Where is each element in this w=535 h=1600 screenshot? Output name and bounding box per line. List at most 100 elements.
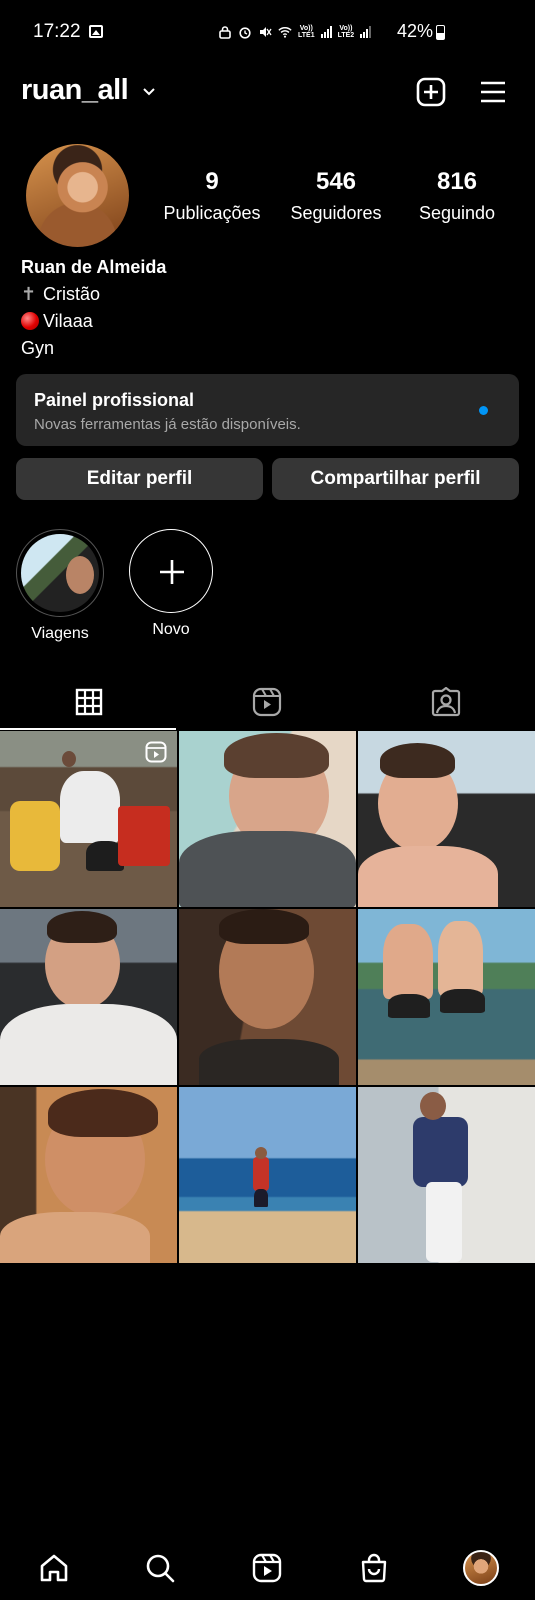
figure-torso [358, 846, 498, 907]
stat-followers[interactable]: 546 Seguidores [281, 168, 391, 224]
home-icon [40, 1554, 68, 1582]
gallery-notification-icon [89, 25, 103, 38]
figure-1-shorts [388, 994, 430, 1018]
nav-profile[interactable] [461, 1548, 501, 1588]
post-thumbnail[interactable] [0, 1087, 177, 1263]
post-thumbnail[interactable] [0, 909, 177, 1085]
signal-2-icon [360, 26, 372, 38]
figure-head [62, 751, 76, 767]
new-highlight-button[interactable] [129, 529, 213, 613]
search-icon [146, 1554, 175, 1583]
figure-1 [383, 924, 433, 999]
username-switcher[interactable]: ruan_all [21, 74, 129, 107]
sim1-label: Vo)) LTE1 [298, 25, 315, 39]
figure-body [253, 1157, 269, 1191]
nav-shop[interactable] [354, 1548, 394, 1588]
status-time: 17:22 [33, 21, 81, 42]
post-thumbnail[interactable] [358, 1087, 535, 1263]
alarm-icon [239, 27, 251, 39]
reel-badge-icon [145, 741, 167, 763]
panel-title: Painel profissional [34, 390, 195, 410]
post-thumbnail[interactable] [179, 731, 356, 907]
figure-hair [47, 911, 117, 943]
post-thumbnail[interactable] [358, 909, 535, 1085]
status-icons: Vo)) LTE1 Vo)) LTE2 [218, 22, 372, 42]
tab-posts-grid[interactable] [0, 672, 178, 732]
stat-following-value: 816 [436, 168, 478, 195]
signal-1-icon [320, 26, 332, 38]
red-table [118, 806, 170, 866]
figure-hair [224, 733, 329, 778]
cross-icon: ✝ [21, 284, 37, 304]
highlight-new[interactable]: Novo [126, 529, 216, 639]
posts-grid [0, 731, 535, 1263]
figure-shirt [0, 1212, 150, 1263]
figure-jacket [413, 1117, 468, 1187]
bio-line-3: Gyn [21, 338, 55, 358]
bottom-nav [0, 1540, 535, 1600]
post-thumbnail[interactable] [179, 909, 356, 1085]
profile-name: Ruan de Almeida [21, 257, 167, 277]
stat-followers-value: 546 [315, 168, 357, 195]
profile-avatar [463, 1550, 499, 1586]
plus-icon [160, 560, 184, 584]
nav-search[interactable] [140, 1548, 180, 1588]
shop-icon [361, 1553, 387, 1583]
tab-reels[interactable] [178, 672, 356, 732]
tab-tagged[interactable] [357, 672, 535, 732]
profile-avatar[interactable] [26, 144, 129, 247]
figure-head [420, 1092, 446, 1120]
notification-dot-icon [479, 406, 488, 415]
yellow-chair [10, 801, 60, 871]
battery-icon [436, 25, 445, 40]
nav-reels[interactable] [247, 1548, 287, 1588]
profile-bio: Ruan de Almeida ✝ Cristão Vilaaa Gyn [21, 254, 166, 362]
tab-active-indicator [0, 728, 176, 730]
stat-posts-value: 9 [205, 168, 219, 195]
chevron-down-icon[interactable] [142, 84, 156, 98]
bio-line-1: ✝ Cristão [21, 281, 166, 308]
post-thumbnail[interactable] [179, 1087, 356, 1263]
lock-icon [219, 26, 231, 39]
stat-posts-label: Publicações [163, 203, 261, 223]
figure-hair [219, 909, 309, 944]
figure-shorts [254, 1189, 268, 1207]
edit-profile-button[interactable]: Editar perfil [16, 458, 263, 500]
menu-icon[interactable] [477, 76, 509, 108]
figure-pants [426, 1182, 462, 1262]
stat-posts[interactable]: 9 Publicações [157, 168, 267, 224]
figure-head [255, 1147, 267, 1159]
stat-following-label: Seguindo [418, 203, 496, 223]
sim2-label: Vo)) LTE2 [337, 25, 355, 39]
battery-percent: 42% [397, 21, 434, 41]
wifi-icon [278, 27, 292, 38]
tagged-icon [431, 687, 461, 717]
share-profile-button[interactable]: Compartilhar perfil [272, 458, 519, 500]
figure-shirt [199, 1039, 339, 1085]
figure-hair [48, 1089, 158, 1137]
bio-line-2: Vilaaa [21, 308, 166, 335]
stat-following[interactable]: 816 Seguindo [405, 168, 509, 224]
status-bar: 17:22 Vo)) LTE1 Vo)) LTE2 42% [0, 0, 535, 66]
post-thumbnail[interactable] [358, 731, 535, 907]
stat-followers-label: Seguidores [290, 203, 382, 223]
nav-home[interactable] [34, 1548, 74, 1588]
highlight-viagens[interactable]: Viagens [15, 529, 105, 643]
reels-icon [252, 1553, 282, 1583]
figure-2 [438, 921, 483, 996]
figure-shirt [60, 771, 120, 843]
reels-icon [252, 687, 282, 717]
figure-sweater [0, 1004, 177, 1085]
figure-shirt [179, 831, 356, 907]
post-thumbnail[interactable] [0, 731, 177, 907]
mute-icon [260, 27, 272, 37]
grid-icon [75, 688, 103, 716]
highlight-ring [16, 529, 104, 617]
highlight-label: Viagens [31, 625, 89, 642]
red-circle-icon [21, 312, 39, 330]
create-post-icon[interactable] [415, 76, 447, 108]
figure-hair [380, 743, 455, 778]
figure-2-shorts [440, 989, 485, 1013]
highlight-label: Novo [152, 621, 190, 638]
professional-dashboard[interactable]: Painel profissional Novas ferramentas já… [16, 374, 519, 446]
